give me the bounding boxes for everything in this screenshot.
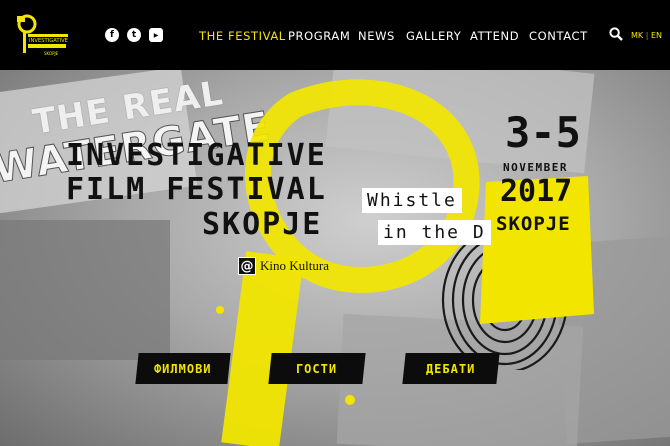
tagline-line2: in the D (378, 220, 491, 245)
top-nav-bar: INVESTIGATIVE SKOPJE f t ▶ THE FESTIVAL … (0, 0, 670, 70)
festival-title-line2: FILM FESTIVAL (66, 172, 327, 207)
language-switcher: MK | EN (631, 31, 662, 40)
lang-separator: | (645, 31, 649, 40)
date-city: SKOPJE (496, 213, 571, 235)
venue-name: Kino Kultura (260, 258, 329, 273)
lang-en-link[interactable]: EN (651, 31, 662, 40)
logo-text-line1: INVESTIGATIVE (29, 38, 68, 44)
festival-title-line3: SKOPJE (202, 207, 323, 242)
debates-button[interactable]: ДЕБАТИ (402, 353, 500, 384)
festival-logo[interactable]: INVESTIGATIVE SKOPJE (14, 12, 70, 58)
tagline-line1: Whistle (362, 188, 462, 213)
twitter-icon[interactable]: t (127, 28, 141, 42)
nav-item-attend[interactable]: ATTEND (470, 29, 519, 43)
lang-mk-link[interactable]: MK (631, 31, 643, 40)
youtube-icon[interactable]: ▶ (149, 28, 163, 42)
search-icon[interactable] (609, 27, 623, 41)
date-month: NOVEMBER (503, 161, 568, 174)
logo-text-line2: SKOPJE (44, 51, 59, 56)
nav-item-news[interactable]: NEWS (358, 29, 395, 43)
photo-clipping (0, 220, 170, 360)
date-year: 2017 (500, 174, 573, 209)
venue-label: @ Kino Kultura (238, 257, 329, 275)
festival-title-line1: INVESTIGATIVE (66, 138, 327, 173)
nav-item-the-festival[interactable]: THE FESTIVAL (199, 29, 286, 43)
nav-item-program[interactable]: PROGRAM (288, 29, 350, 43)
nav-item-contact[interactable]: CONTACT (529, 29, 588, 43)
guests-button[interactable]: ГОСТИ (268, 353, 366, 384)
at-icon: @ (238, 257, 256, 275)
nav-item-gallery[interactable]: GALLERY (406, 29, 461, 43)
films-button[interactable]: ФИЛМОВИ (135, 353, 231, 384)
date-range: 3-5 (505, 108, 581, 157)
facebook-icon[interactable]: f (105, 28, 119, 42)
